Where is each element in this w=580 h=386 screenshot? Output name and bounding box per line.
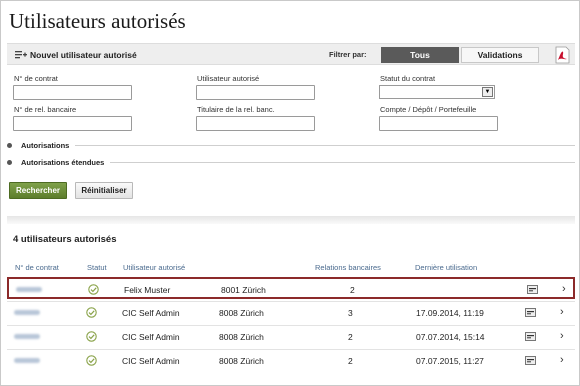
contract-status-label: Statut du contrat <box>380 74 436 83</box>
chevron-right-icon[interactable]: › <box>560 354 564 366</box>
card-icon[interactable] <box>527 285 538 294</box>
account-input[interactable] <box>379 116 498 131</box>
last-use: 07.07.2014, 15:14 <box>416 332 485 342</box>
contract-number-label: N° de contrat <box>14 74 58 83</box>
results-separator <box>7 216 575 224</box>
user-name: CIC Self Admin <box>122 308 180 318</box>
check-circle-icon <box>86 355 97 366</box>
column-header-relations[interactable]: Relations bancaires <box>315 263 381 272</box>
bank-relations-count: 2 <box>350 285 355 295</box>
card-icon[interactable] <box>525 332 536 341</box>
authorized-user-input[interactable] <box>196 85 315 100</box>
chevron-right-icon[interactable]: › <box>560 330 564 342</box>
bank-relation-label: N° de rel. bancaire <box>14 105 77 114</box>
column-header-contract[interactable]: N° de contrat <box>15 263 59 272</box>
user-name: Felix Muster <box>124 285 171 295</box>
results-count-title: 4 utilisateurs autorisés <box>13 234 117 245</box>
add-user-icon <box>15 51 27 59</box>
column-header-last-use[interactable]: Dernière utilisation <box>415 263 477 272</box>
toolbar: Nouvel utilisateur autorisé Filtrer par:… <box>7 43 575 65</box>
check-circle-icon <box>88 284 99 295</box>
bank-relation-input[interactable] <box>13 116 132 131</box>
user-name: CIC Self Admin <box>122 356 180 366</box>
authorizations-section-label: Autorisations <box>21 140 70 150</box>
card-icon[interactable] <box>525 308 536 317</box>
account-holder-input[interactable] <box>196 116 315 131</box>
account-holder-label: Titulaire de la rel. banc. <box>197 105 275 114</box>
card-icon[interactable] <box>525 356 536 365</box>
contract-status-select[interactable]: ▼ <box>379 85 495 99</box>
bank-relations-count: 2 <box>348 332 353 342</box>
user-location: 8008 Zürich <box>219 356 264 366</box>
user-name: CIC Self Admin <box>122 332 180 342</box>
check-circle-icon <box>86 307 97 318</box>
authorizations-section[interactable]: Autorisations <box>7 139 575 151</box>
chevron-down-icon: ▼ <box>482 87 493 97</box>
bank-relations-count: 2 <box>348 356 353 366</box>
section-divider <box>110 161 575 163</box>
new-authorized-user-label: Nouvel utilisateur autorisé <box>30 50 137 60</box>
table-row[interactable]: Felix Muster 8001 Zürich 2 › <box>7 277 575 299</box>
column-header-status[interactable]: Statut <box>87 263 107 272</box>
reset-button[interactable]: Réinitialiser <box>75 182 133 199</box>
last-use: 07.07.2015, 11:27 <box>416 356 484 366</box>
expand-bullet-icon <box>7 142 12 148</box>
user-location: 8001 Zürich <box>221 285 266 295</box>
authorized-user-label: Utilisateur autorisé <box>197 74 260 83</box>
filter-label: Filtrer par: <box>329 50 367 59</box>
column-header-user[interactable]: Utilisateur autorisé <box>123 263 185 272</box>
contract-number-redacted <box>14 358 40 363</box>
check-circle-icon <box>86 331 97 342</box>
user-location: 8008 Zürich <box>219 332 264 342</box>
page-title: Utilisateurs autorisés <box>9 9 186 33</box>
table-row[interactable]: CIC Self Admin 8008 Zürich 2 07.07.2015,… <box>7 349 575 371</box>
filter-all-tab[interactable]: Tous <box>381 47 459 63</box>
extended-authorizations-section[interactable]: Autorisations étendues <box>7 156 575 168</box>
contract-number-input[interactable] <box>13 85 132 100</box>
chevron-right-icon[interactable]: › <box>562 283 566 295</box>
chevron-right-icon[interactable]: › <box>560 306 564 318</box>
contract-number-redacted <box>14 310 40 315</box>
user-location: 8008 Zürich <box>219 308 264 318</box>
table-row[interactable]: CIC Self Admin 8008 Zürich 3 17.09.2014,… <box>7 301 575 323</box>
pdf-icon[interactable] <box>554 46 571 64</box>
table-row[interactable]: CIC Self Admin 8008 Zürich 2 07.07.2014,… <box>7 325 575 347</box>
filter-validations-tab[interactable]: Validations <box>461 47 539 63</box>
search-button[interactable]: Rechercher <box>9 182 67 199</box>
app-frame: Utilisateurs autorisés Nouvel utilisateu… <box>0 0 580 386</box>
contract-number-redacted <box>16 287 42 292</box>
section-divider <box>75 144 575 146</box>
extended-authorizations-section-label: Autorisations étendues <box>21 157 105 167</box>
bank-relations-count: 3 <box>348 308 353 318</box>
last-use: 17.09.2014, 11:19 <box>416 308 484 318</box>
account-label: Compte / Dépôt / Portefeuille <box>380 105 477 114</box>
contract-number-redacted <box>14 334 40 339</box>
expand-bullet-icon <box>7 159 12 165</box>
new-authorized-user-button[interactable]: Nouvel utilisateur autorisé <box>15 47 137 63</box>
